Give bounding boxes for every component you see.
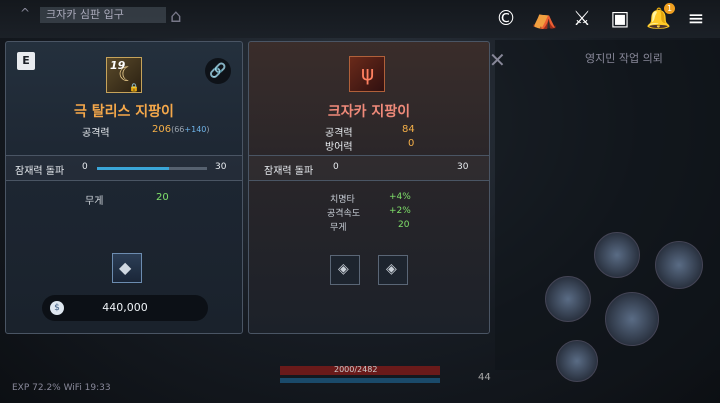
- item-name: 크자카 지팡이: [327, 104, 411, 120]
- menu-icon[interactable]: ≡: [684, 6, 708, 30]
- stat-row: 방어력: [325, 138, 353, 153]
- mp-bar: [280, 378, 440, 383]
- hp-text: 2000/2482: [334, 365, 378, 374]
- engrave-slot[interactable]: ◈: [330, 255, 360, 285]
- potential-breakthrough-row: 잠재력 돌파 0 30: [249, 156, 489, 180]
- gem-slot-icon: ◈: [386, 261, 397, 277]
- bell-icon[interactable]: 🔔 1: [646, 3, 675, 30]
- substat-label: 공격속도: [327, 209, 361, 219]
- stat-value: 0: [408, 138, 415, 149]
- collapse-arrow-icon[interactable]: ^: [20, 6, 30, 20]
- grade-badge: E: [17, 52, 35, 70]
- stat-value: 206(66+140): [152, 124, 210, 135]
- storage-icon[interactable]: ▣: [608, 6, 632, 30]
- potential-max: 30: [457, 162, 469, 172]
- substat-value: 20: [398, 220, 410, 230]
- sell-price: $ 440,000: [42, 295, 208, 321]
- substat-label: 무게: [330, 223, 347, 233]
- stat-value: 84: [402, 124, 415, 135]
- home-icon[interactable]: ⌂: [170, 6, 181, 27]
- weight-value: 20: [156, 192, 169, 203]
- quest-tracker[interactable]: 크자카 심판 입구: [40, 7, 166, 23]
- item-name: 극 탈리스 지팡이: [74, 104, 174, 120]
- staff-item-icon[interactable]: 19 ☾ 🔒: [106, 57, 142, 93]
- stat-base: 66: [174, 125, 185, 134]
- potential-label: 잠재력 돌파: [15, 166, 65, 177]
- weight-row: 무게: [85, 192, 103, 207]
- stat-total: 206: [152, 124, 172, 135]
- link-icon[interactable]: 🔗: [205, 58, 231, 84]
- status-line: EXP 72.2% WiFi 19:33: [12, 383, 111, 393]
- crossed-swords-icon[interactable]: ⚔: [570, 6, 594, 30]
- close-icon[interactable]: ✕: [489, 48, 506, 72]
- staff-item-icon[interactable]: ψ: [349, 56, 385, 92]
- stat-row: 공격력: [82, 124, 110, 139]
- ore-icon: ◆: [119, 258, 132, 277]
- notification-badge: 1: [664, 3, 675, 14]
- potential-max: 30: [215, 162, 227, 172]
- hp-bar: 2000/2482: [280, 365, 440, 375]
- currency-c-icon[interactable]: ©: [494, 6, 518, 30]
- material-slot[interactable]: ◆: [112, 253, 142, 283]
- compared-item-panel: ψ 크자카 지팡이 공격력 84 방어력 0 잠재력 돌파 0 30 치명타 +…: [248, 41, 490, 334]
- weight-value-row: 20: [156, 192, 169, 203]
- potential-min: 0: [333, 162, 339, 172]
- divider: [6, 180, 242, 181]
- stat-value-row: 0: [408, 138, 414, 149]
- potential-bar: [97, 167, 207, 170]
- lock-icon: 🔒: [129, 83, 139, 92]
- skill-button[interactable]: [545, 276, 591, 322]
- price-amount: 440,000: [102, 301, 148, 314]
- stat-row: 공격력: [325, 124, 353, 139]
- side-panel-title: 영지민 작업 의뢰: [585, 52, 663, 65]
- potential-breakthrough-row: 잠재력 돌파 0 30: [6, 156, 242, 180]
- equipped-item-panel: E 19 ☾ 🔒 🔗 극 탈리스 지팡이 공격력 206(66+140) 잠재력…: [5, 41, 243, 334]
- engrave-slot[interactable]: ◈: [378, 255, 408, 285]
- divider: [249, 180, 489, 181]
- substat-value: +4%: [389, 192, 411, 202]
- skill-button[interactable]: [556, 340, 598, 382]
- weight-label: 무게: [85, 196, 104, 207]
- stat-label: 방어력: [325, 142, 353, 153]
- stat-label: 공격력: [82, 128, 110, 139]
- skill-button[interactable]: [655, 241, 703, 289]
- trident-staff-icon: ψ: [361, 61, 375, 85]
- level-text: 44: [478, 372, 491, 383]
- potential-bar-fill: [97, 167, 169, 170]
- potential-min: 0: [82, 162, 88, 172]
- substat-label: 치명타: [330, 195, 355, 205]
- stat-value-row: 84: [402, 124, 415, 135]
- stat-bonus: +140: [184, 125, 207, 134]
- skill-button[interactable]: [594, 232, 640, 278]
- skill-button[interactable]: [605, 292, 659, 346]
- substat-value: +2%: [389, 206, 411, 216]
- gem-slot-icon: ◈: [338, 261, 349, 277]
- potential-label: 잠재력 돌파: [264, 166, 314, 177]
- camp-icon[interactable]: ⛺: [532, 6, 557, 30]
- top-icon-bar: © ⛺ ⚔ ▣ 🔔 1 ≡: [494, 3, 708, 30]
